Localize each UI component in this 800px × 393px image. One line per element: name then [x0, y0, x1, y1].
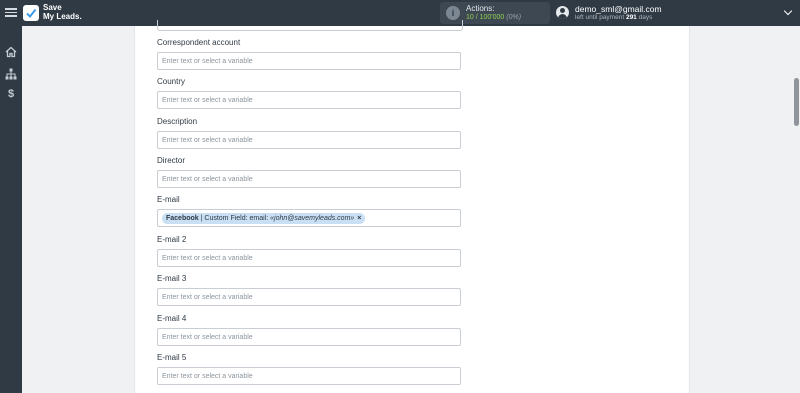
actions-label: Actions:	[466, 4, 495, 13]
previous-field-input[interactable]	[157, 20, 463, 31]
actions-count-value: 10 / 100'000	[466, 14, 505, 21]
field-correspondent-account: Correspondent account Enter text or sele…	[157, 37, 461, 70]
field-input[interactable]: Enter text or select a variable	[157, 131, 461, 149]
field-label: E-mail 2	[157, 235, 187, 244]
logo-line-2: My Leads.	[43, 11, 82, 21]
tag-source: Facebook	[166, 215, 199, 222]
payment-days: 291	[625, 14, 637, 21]
form-panel: Correspondent account Enter text or sele…	[134, 20, 690, 393]
field-email-2: E-mail 2 Enter text or select a variable	[157, 234, 461, 267]
field-label: Director	[157, 156, 186, 165]
menu-icon[interactable]	[5, 6, 17, 20]
logo-text: Save My Leads.	[43, 3, 82, 21]
logo-check-icon	[23, 4, 39, 21]
payment-prefix: left until payment	[575, 14, 625, 21]
field-label: Correspondent account	[157, 38, 241, 47]
field-input[interactable]: Facebook | Custom Field: email: «john@sa…	[157, 209, 461, 227]
field-input[interactable]: Enter text or select a variable	[157, 52, 461, 70]
field-input[interactable]: Enter text or select a variable	[157, 91, 461, 109]
field-label: E-mail	[157, 195, 180, 204]
sidebar: $	[0, 26, 22, 393]
field-director: Director Enter text or select a variable	[157, 155, 461, 188]
field-label: Country	[157, 77, 186, 86]
field-label: Description	[157, 117, 198, 126]
home-icon[interactable]	[5, 46, 17, 58]
tag-value: «john@savemyleads.com»	[270, 215, 355, 222]
field-email: E-mail Facebook | Custom Field: email: «…	[157, 194, 461, 227]
field-country: Country Enter text or select a variable	[157, 76, 461, 109]
field-input[interactable]: Enter text or select a variable	[157, 288, 461, 306]
field-input[interactable]: Enter text or select a variable	[157, 249, 461, 267]
actions-percent: (0%)	[506, 14, 522, 21]
user-email: demo_sml@gmail.com	[575, 4, 662, 14]
payment-info: left until payment 291 days	[575, 14, 652, 21]
close-icon[interactable]: ×	[357, 215, 361, 222]
field-input[interactable]: Enter text or select a variable	[157, 328, 461, 346]
field-label: E-mail 5	[157, 353, 187, 362]
field-label: E-mail 3	[157, 274, 187, 283]
field-input[interactable]: Enter text or select a variable	[157, 170, 461, 188]
field-description: Description Enter text or select a varia…	[157, 116, 461, 149]
logo[interactable]: Save My Leads.	[23, 3, 82, 21]
user-icon	[556, 6, 569, 19]
field-email-3: E-mail 3 Enter text or select a variable	[157, 273, 461, 306]
variable-tag[interactable]: Facebook | Custom Field: email: «john@sa…	[162, 213, 366, 224]
payment-suffix: days	[638, 14, 653, 21]
info-icon: i	[446, 6, 460, 20]
sitemap-icon[interactable]	[5, 68, 17, 80]
scrollbar[interactable]	[794, 78, 799, 126]
tag-text: | Custom Field: email:	[198, 215, 271, 222]
field-input[interactable]: Enter text or select a variable	[157, 367, 461, 385]
dollar-icon[interactable]: $	[5, 88, 17, 100]
field-email-4: E-mail 4 Enter text or select a variable	[157, 313, 461, 346]
field-email-5: E-mail 5 Enter text or select a variable	[157, 352, 461, 385]
actions-count: 10 / 100'000 (0%)	[466, 14, 521, 21]
field-label: E-mail 4	[157, 314, 187, 323]
chevron-down-icon[interactable]	[783, 6, 793, 16]
